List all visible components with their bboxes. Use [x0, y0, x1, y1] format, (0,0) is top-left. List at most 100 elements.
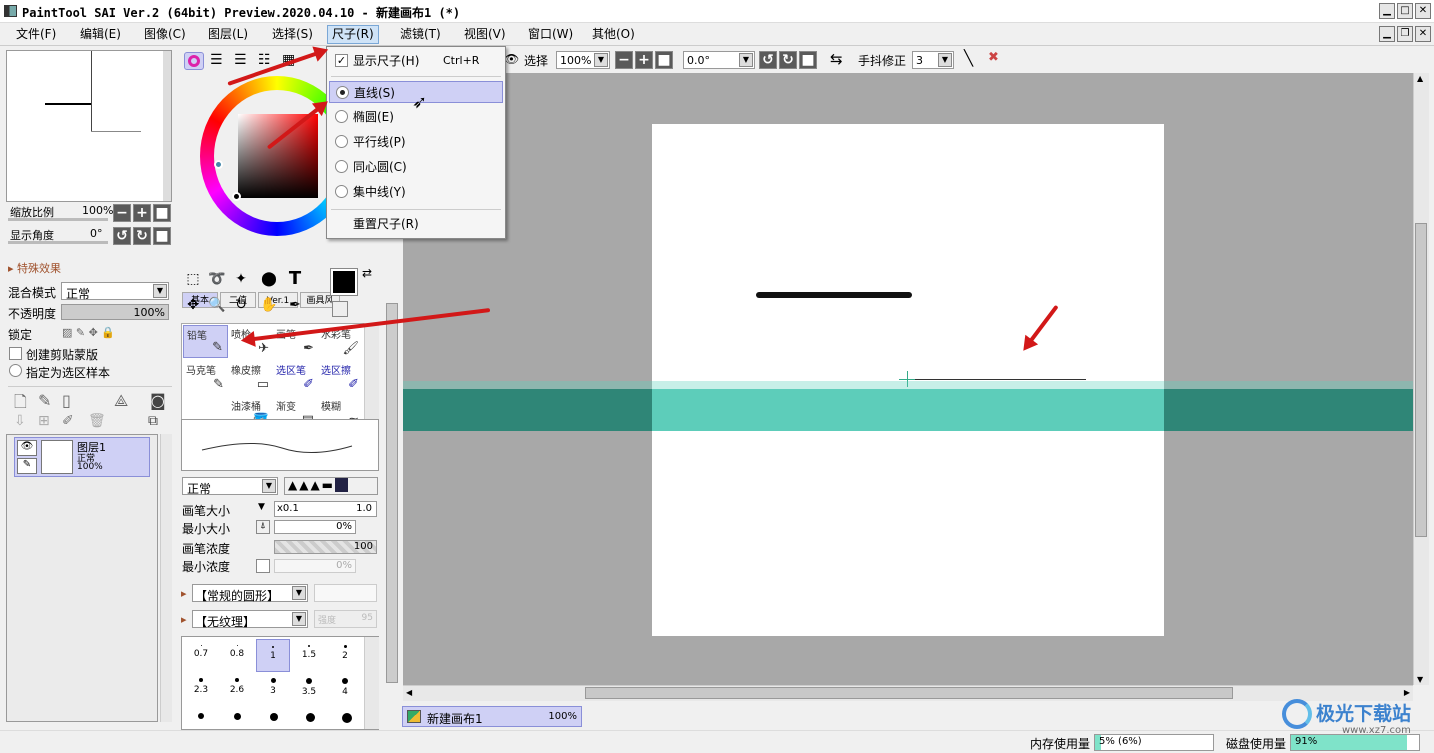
rgb-slider-tab-icon[interactable]: ☰ — [210, 52, 223, 68]
horizontal-scroll-thumb[interactable] — [585, 687, 1233, 699]
brush-shape-select[interactable]: 【常规的圆形】 ▼ — [192, 584, 308, 603]
angle-slider[interactable] — [8, 241, 108, 244]
pencil-icon[interactable]: ✎ — [17, 458, 37, 474]
layer-effect-icon[interactable]: ⟁ — [114, 391, 128, 411]
rotate-tool-icon[interactable]: ↻ — [230, 294, 252, 316]
magic-wand-icon[interactable]: ✦ — [230, 268, 252, 290]
menu-item-concentric-circles[interactable]: 同心圆(C) — [329, 156, 503, 178]
brush-item[interactable]: 马克笔 ✎ — [183, 361, 228, 394]
clip-checkbox[interactable] — [9, 347, 22, 360]
brush-tip-shapes[interactable]: ▲▲▲▬■ — [284, 477, 378, 495]
move-icon[interactable]: ✥ — [182, 294, 204, 316]
min-density-slider[interactable]: 0% — [274, 559, 356, 573]
navigator-preview[interactable] — [6, 50, 172, 202]
toolbar-rotate-reset-button[interactable]: ■ — [799, 51, 817, 69]
color-picker-handle[interactable] — [232, 192, 241, 201]
texture-strength[interactable]: 强度 95 — [314, 610, 377, 628]
size-dropdown-icon[interactable]: ▼ — [258, 502, 265, 512]
min-size-slider[interactable]: 0% — [274, 520, 356, 534]
brush-mode-select[interactable]: 正常 ▼ — [182, 477, 278, 496]
toolbar-zoom-in-button[interactable]: + — [635, 51, 653, 69]
hue-handle[interactable] — [214, 160, 223, 169]
vertical-scroll-thumb[interactable] — [1415, 223, 1427, 537]
merge-down-icon[interactable]: ⇩ — [14, 413, 26, 429]
expand-texture-icon[interactable]: ▸ — [181, 613, 187, 626]
brush-size-item[interactable]: 0.7 — [184, 639, 218, 672]
brush-size-item[interactable]: 1.5 — [292, 639, 326, 672]
zoom-in-button[interactable]: + — [133, 204, 151, 222]
stabilizer-select[interactable]: 3 ▼ — [912, 51, 954, 69]
menu-other[interactable]: 其他(O) — [588, 26, 639, 43]
maximize-button[interactable]: □ — [1397, 3, 1413, 19]
canvas-viewport[interactable] — [403, 73, 1413, 685]
toolbar-rotate-right-button[interactable]: ↻ — [779, 51, 797, 69]
transparent-color-swatch[interactable] — [332, 301, 348, 317]
eye-icon[interactable]: 👁 — [504, 52, 519, 66]
texture-select[interactable]: 【无纹理】 ▼ — [192, 610, 308, 629]
pressure-density-checkbox[interactable] — [256, 559, 270, 573]
zoom-out-button[interactable]: − — [113, 204, 131, 222]
zoom-slider[interactable] — [8, 218, 108, 221]
lasso-icon[interactable]: ➰ — [206, 268, 228, 290]
text-tool-icon[interactable]: T — [284, 268, 306, 290]
minimize-button[interactable]: ▁ — [1379, 3, 1395, 19]
delete-layer-icon[interactable]: 🗑 — [88, 413, 106, 429]
effects-header[interactable]: ▸ 特殊效果 — [8, 260, 61, 276]
menu-file[interactable]: 文件(F) — [12, 26, 60, 43]
brush-size-item[interactable]: 2.3 — [184, 672, 218, 705]
line-tool-icon[interactable]: ✖ — [988, 50, 999, 65]
doc-minimize-button[interactable]: ▁ — [1379, 26, 1395, 42]
brush-size-scrollbar[interactable] — [364, 637, 379, 729]
menu-item-parallel-lines[interactable]: 平行线(P) — [329, 131, 503, 153]
menu-window[interactable]: 窗口(W) — [524, 26, 577, 43]
canvas-vertical-scrollbar[interactable]: ▲ ▼ — [1413, 73, 1429, 685]
shape-icon[interactable]: ⬤ — [258, 268, 280, 290]
toolbar-zoom-out-button[interactable]: − — [615, 51, 633, 69]
swap-colors-icon[interactable]: ⇄ — [362, 266, 372, 280]
brush-item[interactable]: 选区笔 ✐ — [273, 361, 318, 394]
clear-layer-icon[interactable]: ✐ — [62, 413, 74, 429]
copy-layer-icon[interactable]: ⊞ — [38, 413, 50, 429]
zoom-select[interactable]: 100% ▼ — [556, 51, 610, 69]
menu-layer[interactable]: 图层(L) — [204, 26, 252, 43]
canvas-tab[interactable]: 新建画布1 100% — [402, 706, 582, 727]
brush-item[interactable]: 铅笔 ✎ — [183, 325, 228, 358]
layer-mask-icon[interactable]: ◙ — [150, 391, 166, 410]
doc-restore-button[interactable]: ❐ — [1397, 26, 1413, 42]
mask-apply-icon[interactable]: ⧉ — [148, 413, 158, 429]
doc-close-button[interactable]: ✕ — [1415, 26, 1431, 42]
density-slider[interactable]: 100 — [274, 540, 377, 554]
pressure-size-icon[interactable]: ⍋ — [256, 520, 270, 534]
angle-select[interactable]: 0.0° ▼ — [683, 51, 755, 69]
brush-item[interactable]: 选区擦 ✐ — [318, 361, 363, 394]
blend-mode-select[interactable]: 正常 ▼ — [61, 282, 169, 301]
saturation-value-square[interactable] — [238, 114, 318, 198]
rotate-left-button[interactable]: ↺ — [113, 227, 131, 245]
brush-size-item[interactable]: 1 — [256, 639, 290, 672]
menu-filter[interactable]: 滤镜(T) — [396, 26, 445, 43]
brush-size-item[interactable]: 3.5 — [292, 672, 326, 705]
menu-image[interactable]: 图像(C) — [140, 26, 190, 43]
rotate-reset-button[interactable]: ■ — [153, 227, 171, 245]
lock-icons[interactable]: ▨ ✎ ✥ 🔒 — [62, 326, 115, 339]
eyedropper-icon[interactable]: ✒ — [284, 294, 306, 316]
toolbar-zoom-reset-button[interactable]: ■ — [655, 51, 673, 69]
rotate-right-button[interactable]: ↻ — [133, 227, 151, 245]
menu-view[interactable]: 视图(V) — [460, 26, 510, 43]
eye-icon[interactable]: 👁 — [17, 440, 37, 456]
panel-splitter[interactable] — [386, 303, 398, 683]
scroll-down-icon[interactable]: ▼ — [1417, 675, 1423, 684]
menu-item-reset-ruler[interactable]: 重置尺子(R) — [329, 213, 503, 235]
menu-item-show-ruler[interactable]: ✓ 显示尺子(H) Ctrl+R — [329, 50, 503, 72]
scroll-up-icon[interactable]: ▲ — [1417, 74, 1423, 83]
swatch-tab-icon[interactable]: ☷ — [258, 52, 271, 68]
zoom-reset-button[interactable]: ■ — [153, 204, 171, 222]
brush-size-item[interactable]: 2.6 — [220, 672, 254, 705]
sample-radio[interactable] — [9, 364, 22, 377]
zoom-tool-icon[interactable]: 🔍 — [206, 294, 228, 316]
new-folder-icon[interactable]: ▯ — [62, 391, 71, 410]
close-button[interactable]: ✕ — [1415, 3, 1431, 19]
menu-ruler[interactable]: 尺子(R) — [327, 25, 379, 44]
brush-size-item[interactable]: 4 — [328, 672, 362, 705]
menu-edit[interactable]: 编辑(E) — [76, 26, 125, 43]
